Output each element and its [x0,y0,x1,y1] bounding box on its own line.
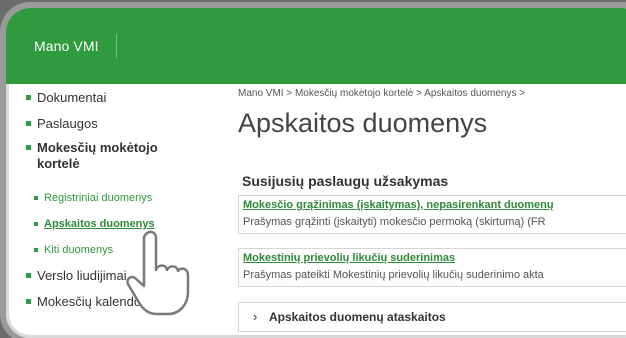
service-card: Mokesčio grąžinimas (įskaitymas), nepasi… [238,195,626,234]
service-description: Prašymas grąžinti (įskaityti) mokesčio p… [243,216,546,228]
sidebar-item-verslo-liudijimai[interactable]: Verslo liudijimai [26,268,127,283]
service-link[interactable]: Mokestinių prievolių likučių suderinimas [243,252,455,264]
bullet-icon [26,273,31,278]
bullet-icon [26,121,31,126]
breadcrumb: Mano VMI > Mokesčių mokėtojo kortelė > A… [238,88,526,99]
sidebar-subitem-label: Registriniai duomenys [44,192,153,204]
top-bar: Mano VMI [6,8,626,84]
service-link[interactable]: Mokesčio grąžinimas (įskaitymas), nepasi… [243,199,554,211]
sidebar-item-dokumentai[interactable]: Dokumentai [26,90,106,105]
sidebar-item-label: Dokumentai [37,90,107,105]
sidebar-item-label: Mokesčių mokėtojo kortelė [37,140,158,172]
sidebar-subitem-label: Kiti duomenys [44,244,114,256]
sidebar-subitem-registriniai[interactable]: Registriniai duomenys [34,192,152,204]
service-card: Mokestinių prievolių likučių suderinimas… [238,248,626,287]
bullet-icon [26,299,31,304]
bullet-icon [34,222,38,226]
bullet-icon [34,248,38,252]
sidebar-item-label-line2: kortelė [37,156,80,171]
service-description: Prašymas pateikti Mokestinių prievolių l… [243,269,544,281]
chevron-right-icon: › [253,309,258,324]
browser-frame: Mano VMI Dokumentai Paslaugos Mokesčių m… [6,8,626,338]
sidebar-item-label: Paslaugos [37,116,98,131]
brand-link[interactable]: Mano VMI [34,38,99,54]
hand-pointer-icon [126,230,190,316]
collapsed-section-label: Apskaitos duomenų ataskaitos [269,310,446,324]
bullet-icon [26,95,31,100]
sidebar-item-paslaugos[interactable]: Paslaugos [26,116,98,131]
sidebar-item-label-line1: Mokesčių mokėtojo [37,140,158,155]
bullet-icon [26,145,31,150]
section-title: Susijusių paslaugų užsakymas [242,173,449,189]
sidebar-item-mokesciu-moketojo-kortele[interactable]: Mokesčių mokėtojo kortelė [26,140,158,172]
page-title: Apskaitos duomenys [238,108,488,138]
sidebar-subitem-kiti[interactable]: Kiti duomenys [34,244,113,256]
sidebar-item-label: Verslo liudijimai [37,268,127,283]
brand-divider [116,34,117,58]
bullet-icon [34,196,38,200]
